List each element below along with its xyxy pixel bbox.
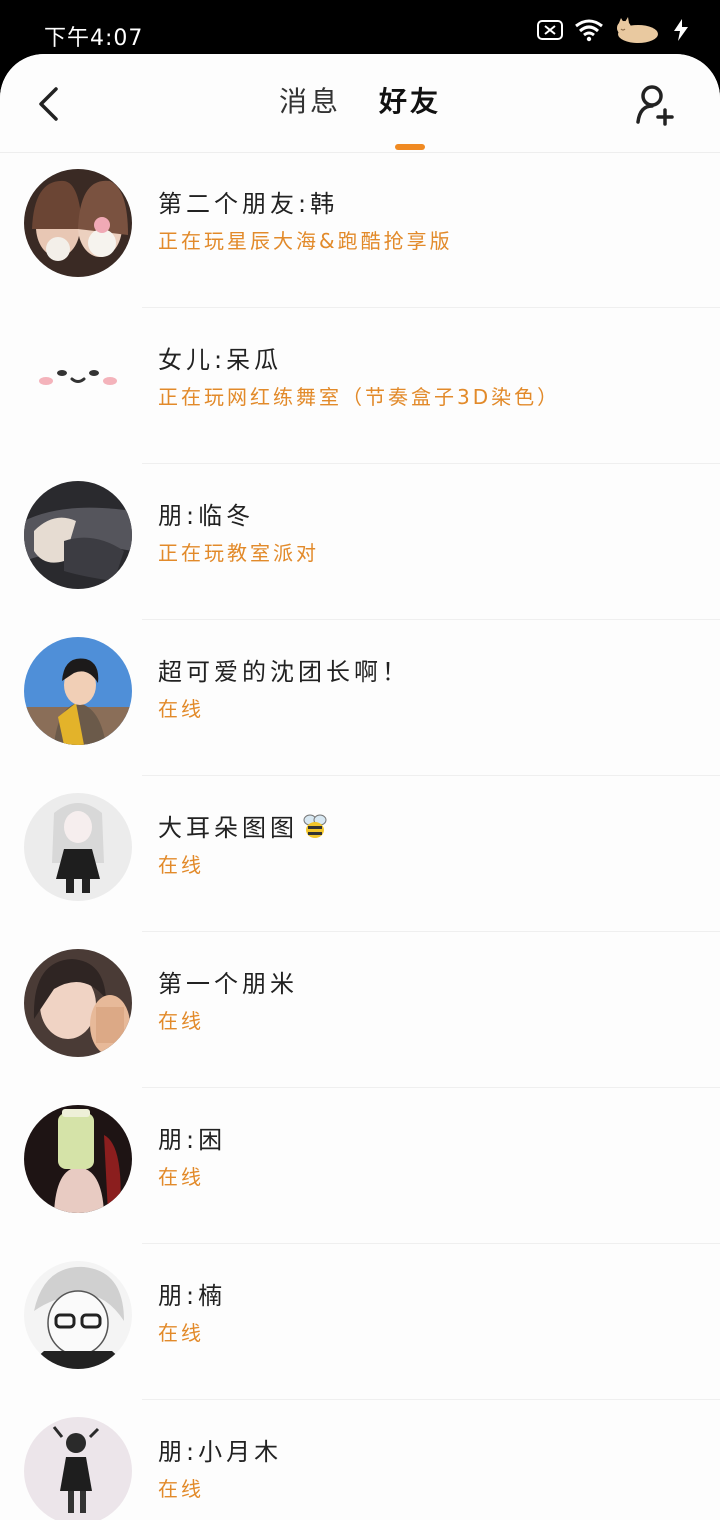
friend-status: 在线 <box>158 853 204 877</box>
friend-row[interactable]: 超可爱的沈团长啊！ 在线 <box>0 620 720 776</box>
friend-row[interactable]: 朋:困 在线 <box>0 1088 720 1244</box>
friend-status: 在线 <box>158 1477 204 1501</box>
friend-name: 朋:小月木 <box>158 1438 283 1466</box>
tab-bar: 消息 好友 <box>0 76 720 150</box>
friend-name: 朋:困 <box>158 1126 227 1154</box>
friend-name: 女儿:呆瓜 <box>158 346 283 374</box>
tab-friends-label: 好友 <box>379 85 442 118</box>
friend-status: 正在玩教室派对 <box>158 541 319 565</box>
bee-icon <box>300 811 330 847</box>
friend-name: 第二个朋友:韩 <box>158 190 339 218</box>
avatar[interactable] <box>24 1105 132 1213</box>
friend-list: 第二个朋友:韩 正在玩星辰大海&跑酷抢享版 女儿:呆瓜 正在玩网红练舞室（节奏盒… <box>0 152 720 1520</box>
friend-status: 在线 <box>158 1321 204 1345</box>
friend-row[interactable]: 朋:临冬 正在玩教室派对 <box>0 464 720 620</box>
avatar[interactable] <box>24 325 132 433</box>
add-friend-button[interactable] <box>632 80 680 128</box>
avatar[interactable] <box>24 169 132 277</box>
tab-friends[interactable]: 好友 <box>379 76 442 150</box>
friend-status: 在线 <box>158 697 204 721</box>
friend-row[interactable]: 朋:小月木 在线 <box>0 1400 720 1520</box>
friend-row[interactable]: 第二个朋友:韩 正在玩星辰大海&跑酷抢享版 <box>0 152 720 308</box>
avatar[interactable] <box>24 793 132 901</box>
friend-name: 朋:临冬 <box>158 502 255 530</box>
friend-name: 超可爱的沈团长啊！ <box>158 658 410 686</box>
charging-icon <box>670 17 692 43</box>
friend-row[interactable]: 女儿:呆瓜 正在玩网红练舞室（节奏盒子3D染色） <box>0 308 720 464</box>
friend-status: 在线 <box>158 1009 204 1033</box>
status-time: 下午4:07 <box>44 26 144 51</box>
friend-name: 第一个朋米 <box>158 970 298 998</box>
wifi-icon <box>574 18 604 42</box>
friend-row[interactable]: 第一个朋米 在线 <box>0 932 720 1088</box>
tab-messages[interactable]: 消息 <box>279 76 341 132</box>
friend-status: 在线 <box>158 1165 204 1189</box>
status-bar: 下午4:07 <box>0 0 720 62</box>
avatar[interactable] <box>24 1417 132 1520</box>
sim-off-icon <box>536 19 564 41</box>
top-nav-bar: 消息 好友 <box>0 54 720 153</box>
sleeping-pet-icon <box>614 16 660 44</box>
friend-status: 正在玩星辰大海&跑酷抢享版 <box>158 229 453 253</box>
friend-row[interactable]: 大耳朵图图 在线 <box>0 776 720 932</box>
friend-name: 朋:楠 <box>158 1282 227 1310</box>
avatar[interactable] <box>24 949 132 1057</box>
avatar[interactable] <box>24 481 132 589</box>
avatar[interactable] <box>24 637 132 745</box>
add-user-icon <box>636 85 674 126</box>
tab-messages-label: 消息 <box>278 85 341 118</box>
friends-screen: 消息 好友 第二个朋友:韩 正在玩星辰大海&跑酷抢享版 女儿:呆瓜 正在玩网红练… <box>0 54 720 1520</box>
friend-name: 大耳朵图图 <box>158 808 330 847</box>
friend-name-text: 大耳朵图图 <box>158 814 298 842</box>
friend-status: 正在玩网红练舞室（节奏盒子3D染色） <box>158 385 561 409</box>
active-tab-indicator <box>395 144 425 150</box>
friend-row[interactable]: 朋:楠 在线 <box>0 1244 720 1400</box>
avatar[interactable] <box>24 1261 132 1369</box>
